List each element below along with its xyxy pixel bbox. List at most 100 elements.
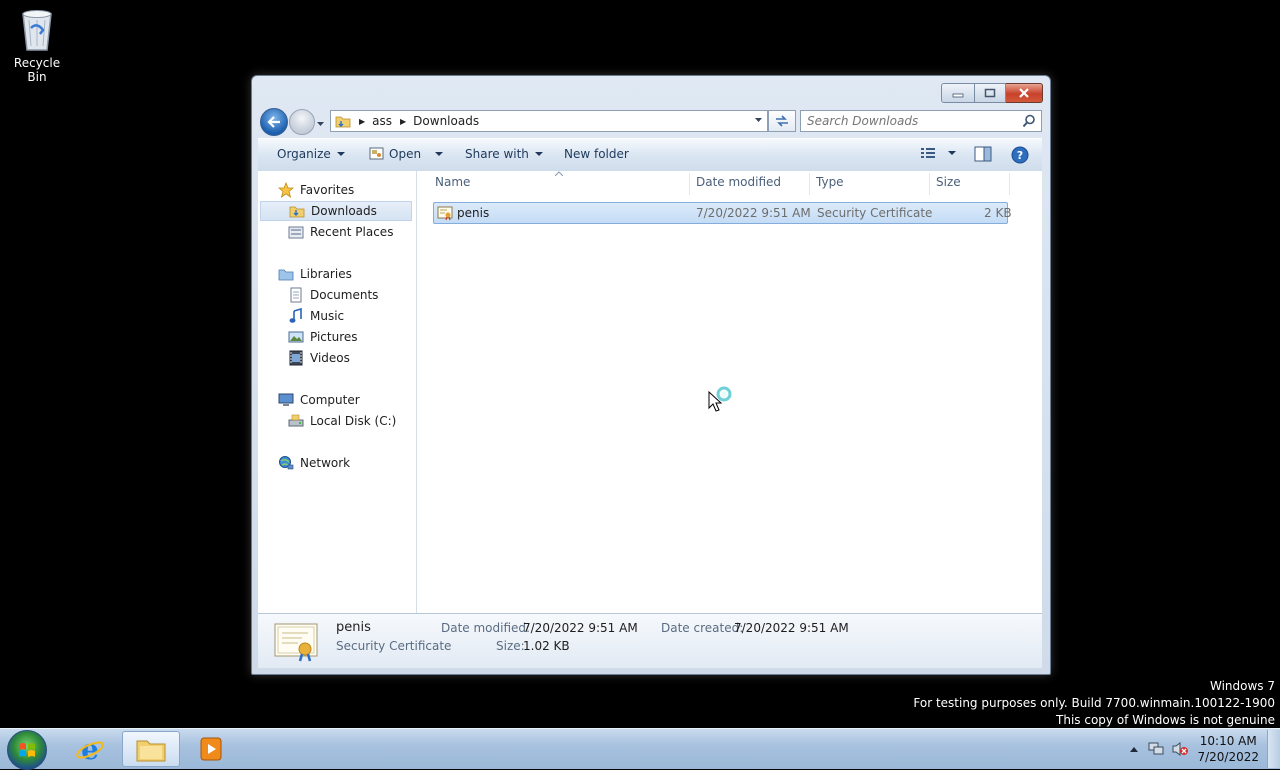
details-size-label: Size: — [496, 639, 525, 653]
column-header-type[interactable]: Type — [816, 175, 844, 189]
column-header-date-modified[interactable]: Date modified — [696, 175, 781, 189]
search-icon[interactable] — [1022, 114, 1036, 128]
certificate-thumbnail-icon — [274, 622, 320, 665]
show-desktop-button[interactable] — [1267, 730, 1280, 768]
nav-documents-label: Documents — [310, 288, 379, 302]
file-date-modified: 7/20/2022 9:51 AM — [696, 206, 811, 220]
new-folder-button[interactable]: New folder — [564, 147, 629, 161]
recent-pages-button[interactable] — [316, 116, 325, 130]
windows-logo-icon — [19, 743, 35, 757]
watermark-genuine: This copy of Windows is not genuine — [1056, 713, 1275, 727]
chevron-down-icon — [534, 151, 543, 156]
preview-pane-button[interactable] — [974, 146, 992, 162]
breadcrumb-ass[interactable]: ass — [372, 114, 392, 128]
file-type: Security Certificate — [817, 206, 933, 220]
details-date-created-value: 7/20/2022 9:51 AM — [734, 621, 849, 635]
pictures-icon — [288, 329, 304, 345]
column-divider[interactable] — [689, 173, 690, 195]
maximize-icon — [984, 88, 996, 98]
change-view-button[interactable] — [920, 146, 956, 160]
refresh-button[interactable] — [768, 110, 796, 132]
internet-explorer-icon: e — [76, 734, 104, 764]
column-divider[interactable] — [1009, 173, 1010, 195]
nav-recent-places-label: Recent Places — [310, 225, 394, 239]
videos-icon — [288, 350, 304, 366]
watermark-os: Windows 7 — [1209, 679, 1275, 693]
show-hidden-icons-icon[interactable] — [1129, 745, 1139, 753]
nav-computer[interactable]: Computer — [278, 390, 360, 410]
forward-button[interactable] — [289, 109, 315, 135]
recycle-bin-desktop-icon[interactable]: Recycle Bin — [4, 6, 70, 84]
taskbar-windows-explorer[interactable] — [122, 731, 180, 767]
breadcrumb-separator-icon[interactable]: ▶ — [359, 117, 365, 126]
help-button[interactable]: ? — [1011, 146, 1029, 164]
nav-local-disk[interactable]: Local Disk (C:) — [288, 411, 396, 431]
maximize-button[interactable] — [975, 83, 1006, 103]
close-button[interactable] — [1006, 83, 1043, 103]
clock-time: 10:10 AM — [1199, 734, 1257, 748]
navigation-pane[interactable]: Favorites Downloads Recent Places Librar… — [258, 171, 417, 613]
nav-pictures[interactable]: Pictures — [288, 327, 358, 347]
close-icon — [1019, 88, 1029, 98]
nav-network-label: Network — [300, 456, 351, 470]
music-icon — [288, 308, 304, 324]
busy-cursor-icon — [708, 386, 736, 417]
search-input[interactable] — [801, 113, 1009, 129]
column-divider[interactable] — [929, 173, 930, 195]
nav-documents[interactable]: Documents — [288, 285, 378, 305]
open-label: Open — [389, 147, 422, 161]
svg-text:?: ? — [1017, 149, 1023, 162]
nav-recent-places[interactable]: Recent Places — [288, 222, 393, 242]
details-date-modified-value: 7/20/2022 9:51 AM — [523, 621, 638, 635]
nav-downloads[interactable]: Downloads — [260, 201, 412, 221]
watermark-build: For testing purposes only. Build 7700.wi… — [913, 696, 1275, 710]
view-details-icon — [921, 148, 935, 158]
address-dropdown-icon[interactable] — [754, 117, 763, 123]
clock[interactable]: 10:10 AM 7/20/2022 — [1197, 733, 1259, 765]
windows-watermark: Windows 7 For testing purposes only. Bui… — [913, 678, 1275, 729]
command-bar: Organize Open Share with New folder ? — [258, 138, 1042, 172]
breadcrumb-separator-icon[interactable]: ▶ — [400, 117, 406, 126]
taskbar: e 10:10 AM 7/20/2022 — [0, 728, 1280, 770]
taskbar-internet-explorer[interactable]: e — [61, 731, 119, 767]
recycle-bin-label: Recycle Bin — [13, 56, 61, 84]
details-date-modified-label: Date modified: — [441, 621, 531, 635]
column-divider[interactable] — [809, 173, 810, 195]
address-bar[interactable]: ▶ ass ▶ Downloads — [330, 110, 768, 132]
file-name[interactable]: penis — [457, 206, 489, 220]
open-button[interactable]: Open — [369, 147, 444, 161]
breadcrumb-downloads[interactable]: Downloads — [413, 114, 479, 128]
sort-ascending-icon — [555, 171, 563, 176]
star-icon — [278, 182, 294, 198]
nav-videos[interactable]: Videos — [288, 348, 350, 368]
nav-network[interactable]: Network — [278, 453, 350, 473]
network-tray-icon[interactable] — [1147, 741, 1165, 757]
share-with-button[interactable]: Share with — [465, 147, 543, 161]
share-with-label: Share with — [465, 147, 529, 161]
details-date-created-label: Date created: — [661, 621, 744, 635]
nav-libraries[interactable]: Libraries — [278, 264, 352, 284]
preview-pane-icon — [974, 146, 992, 162]
nav-music-label: Music — [310, 309, 345, 323]
documents-icon — [288, 287, 304, 303]
back-arrow-icon — [267, 116, 280, 128]
start-button[interactable] — [7, 730, 47, 770]
organize-button[interactable]: Organize — [277, 147, 345, 161]
column-header-name[interactable]: Name — [435, 175, 470, 189]
computer-icon — [278, 392, 294, 408]
taskbar-media-player[interactable] — [182, 731, 240, 767]
minimize-button[interactable] — [941, 83, 975, 103]
search-box[interactable] — [800, 110, 1042, 132]
nav-music[interactable]: Music — [288, 306, 344, 326]
chevron-down-icon — [435, 151, 444, 156]
nav-favorites[interactable]: Favorites — [278, 180, 354, 200]
recycle-bin-icon — [17, 6, 57, 52]
file-row[interactable]: penis 7/20/2022 9:51 AM Security Certifi… — [433, 202, 1012, 224]
minimize-icon — [952, 93, 964, 98]
libraries-icon — [278, 266, 294, 282]
volume-muted-icon[interactable] — [1171, 741, 1189, 757]
address-row: ▶ ass ▶ Downloads — [260, 108, 1042, 136]
caption-buttons — [941, 83, 1043, 103]
back-button[interactable] — [260, 108, 288, 136]
column-header-size[interactable]: Size — [936, 175, 961, 189]
